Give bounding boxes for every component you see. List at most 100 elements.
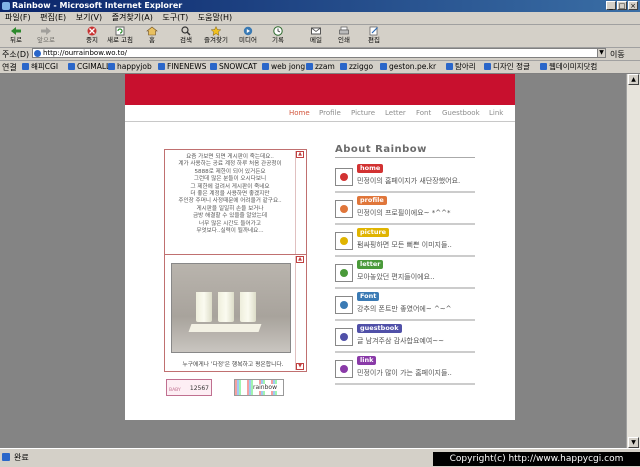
home-button[interactable]: 홈 bbox=[138, 26, 166, 46]
link-item[interactable]: 디자인 정글 bbox=[484, 62, 530, 72]
menu-edit[interactable]: 편집(E) bbox=[40, 12, 66, 24]
link-page-icon bbox=[380, 63, 387, 70]
page-done-icon bbox=[2, 453, 10, 461]
item-heading: letter bbox=[357, 260, 384, 269]
cups-photo bbox=[171, 263, 291, 353]
menu-favorites[interactable]: 즐겨찾기(A) bbox=[112, 12, 153, 24]
scroll-up-icon[interactable]: ▲ bbox=[296, 256, 304, 263]
link-item[interactable]: CGIMALL bbox=[68, 62, 110, 72]
address-input[interactable]: http://ourrainbow.wo.to/ bbox=[32, 48, 606, 58]
link-page-icon bbox=[262, 63, 269, 70]
about-divider bbox=[335, 157, 475, 158]
menu-item-profile[interactable]: profile 민정이의 프로필이에요~ *^^* bbox=[335, 196, 475, 226]
cup-shape bbox=[218, 292, 234, 322]
nav-font[interactable]: Font bbox=[416, 109, 431, 117]
cup-shape bbox=[196, 292, 212, 322]
link-page-icon bbox=[484, 63, 491, 70]
scroll-up-icon[interactable]: ▲ bbox=[296, 151, 304, 158]
rainbow-site: Home Profile Picture Letter Font Guestbo… bbox=[125, 74, 515, 420]
apple-icon bbox=[335, 264, 353, 282]
nav-profile[interactable]: Profile bbox=[319, 109, 341, 117]
forward-button[interactable]: 앞으로 bbox=[32, 26, 60, 46]
intro-scrollbar[interactable]: ▲ ▼ bbox=[295, 151, 305, 269]
item-heading: Font bbox=[357, 292, 380, 301]
menu-item-link[interactable]: link 민정이가 많이 가는 홈페이지들.. bbox=[335, 356, 475, 386]
grapes-icon bbox=[335, 360, 353, 378]
menu-item-guestbook[interactable]: guestbook 글 남겨주삼 감사합요예여~~ bbox=[335, 324, 475, 354]
back-arrow-icon bbox=[11, 27, 21, 35]
nav-link[interactable]: Link bbox=[489, 109, 503, 117]
link-item[interactable]: zzam bbox=[306, 62, 335, 72]
link-item[interactable]: FINENEWS bbox=[158, 62, 206, 72]
intro-text: 요즘 가보면 되면 게시판이 죽는데요.. 계가 사용하는 공료 계정 하루 처… bbox=[178, 154, 282, 235]
close-icon[interactable]: × bbox=[628, 1, 638, 10]
link-page-icon bbox=[22, 63, 29, 70]
favorites-icon bbox=[210, 26, 222, 36]
link-item[interactable]: SNOWCAT bbox=[210, 62, 257, 72]
address-dropdown-chevron-down-icon[interactable]: ▼ bbox=[597, 48, 606, 58]
link-item[interactable]: zziggo bbox=[340, 62, 373, 72]
maximize-icon[interactable]: □ bbox=[617, 1, 627, 10]
item-heading: guestbook bbox=[357, 324, 402, 333]
scroll-down-icon[interactable]: ▼ bbox=[628, 437, 639, 448]
link-item[interactable]: web jong bbox=[262, 62, 305, 72]
copyright-watermark: Copyright(c) http://www.happycgi.com bbox=[433, 452, 640, 466]
refresh-icon bbox=[115, 26, 125, 36]
menu-file[interactable]: 파일(F) bbox=[5, 12, 31, 24]
window-title-bar[interactable]: Rainbow - Microsoft Internet Explorer _ … bbox=[0, 0, 640, 12]
photo-scrollbar[interactable]: ▲ ▼ bbox=[295, 256, 305, 370]
menu-item-picture[interactable]: picture 펌싸핑하면 모든 뻐쁜 이미지들.. bbox=[335, 228, 475, 258]
banner-text: rainbow bbox=[253, 384, 277, 391]
nav-guestbook[interactable]: Guestbook bbox=[442, 109, 480, 117]
scroll-up-icon[interactable]: ▲ bbox=[628, 74, 639, 85]
item-underline bbox=[335, 351, 475, 353]
link-item[interactable]: geston.pe.kr bbox=[380, 62, 436, 72]
favorites-button[interactable]: 즐겨찾기 bbox=[202, 26, 230, 46]
intro-text-box[interactable]: 요즘 가보면 되면 게시판이 죽는데요.. 계가 사용하는 공료 계정 하루 처… bbox=[164, 149, 307, 271]
nav-picture[interactable]: Picture bbox=[351, 109, 375, 117]
link-item[interactable]: 해피CGI bbox=[22, 62, 58, 72]
edit-button[interactable]: 편집 bbox=[360, 26, 388, 46]
item-heading: home bbox=[357, 164, 384, 173]
media-button[interactable]: 미디어 bbox=[234, 26, 262, 46]
mail-button[interactable]: 메일 bbox=[302, 26, 330, 46]
nav-home[interactable]: Home bbox=[289, 109, 310, 117]
window-controls: _ □ × bbox=[606, 1, 638, 10]
address-label: 주소(D) bbox=[2, 50, 30, 59]
home-icon bbox=[146, 26, 158, 36]
stop-button[interactable]: 중지 bbox=[78, 26, 106, 46]
search-button[interactable]: 검색 bbox=[172, 26, 200, 46]
menu-tools[interactable]: 도구(T) bbox=[162, 12, 188, 24]
waterdrop-icon bbox=[335, 296, 353, 314]
menu-help[interactable]: 도움말(H) bbox=[198, 12, 232, 24]
history-button[interactable]: 기록 bbox=[264, 26, 292, 46]
scroll-down-icon[interactable]: ▼ bbox=[296, 363, 304, 370]
item-heading: link bbox=[357, 356, 377, 365]
print-button[interactable]: 인쇄 bbox=[330, 26, 358, 46]
cherry-icon bbox=[335, 168, 353, 186]
rainbow-banner[interactable]: rainbow bbox=[234, 379, 284, 396]
link-item[interactable]: happyjob bbox=[108, 62, 152, 72]
item-description: 펌싸핑하면 모든 뻐쁜 이미지들.. bbox=[357, 241, 452, 249]
minimize-icon[interactable]: _ bbox=[606, 1, 616, 10]
go-button[interactable]: 이동 bbox=[610, 49, 625, 60]
menu-item-home[interactable]: home 민정이의 홈페이지가 새단장했어요. bbox=[335, 164, 475, 194]
links-label: 연결 bbox=[2, 63, 17, 72]
mail-icon bbox=[311, 27, 321, 35]
refresh-button[interactable]: 새로 고침 bbox=[106, 26, 134, 46]
stop-icon bbox=[87, 26, 97, 36]
header-banner bbox=[125, 74, 515, 105]
window-vertical-scrollbar[interactable]: ▲ ▼ bbox=[626, 74, 640, 448]
back-button[interactable]: 뒤로 bbox=[2, 26, 30, 46]
item-heading: picture bbox=[357, 228, 390, 237]
link-page-icon bbox=[340, 63, 347, 70]
print-icon bbox=[339, 26, 349, 35]
link-item[interactable]: 웹데이미지닷컴 bbox=[540, 62, 597, 72]
item-underline bbox=[335, 255, 475, 257]
link-item[interactable]: 탐아리 bbox=[446, 62, 476, 72]
item-underline bbox=[335, 319, 475, 321]
menu-item-letter[interactable]: letter 모아놓았던 편지들이에요.. bbox=[335, 260, 475, 290]
menu-view[interactable]: 보기(V) bbox=[76, 12, 102, 24]
nav-letter[interactable]: Letter bbox=[385, 109, 406, 117]
menu-item-font[interactable]: Font 강추의 폰트만 좋였어에~ ^~^ bbox=[335, 292, 475, 322]
